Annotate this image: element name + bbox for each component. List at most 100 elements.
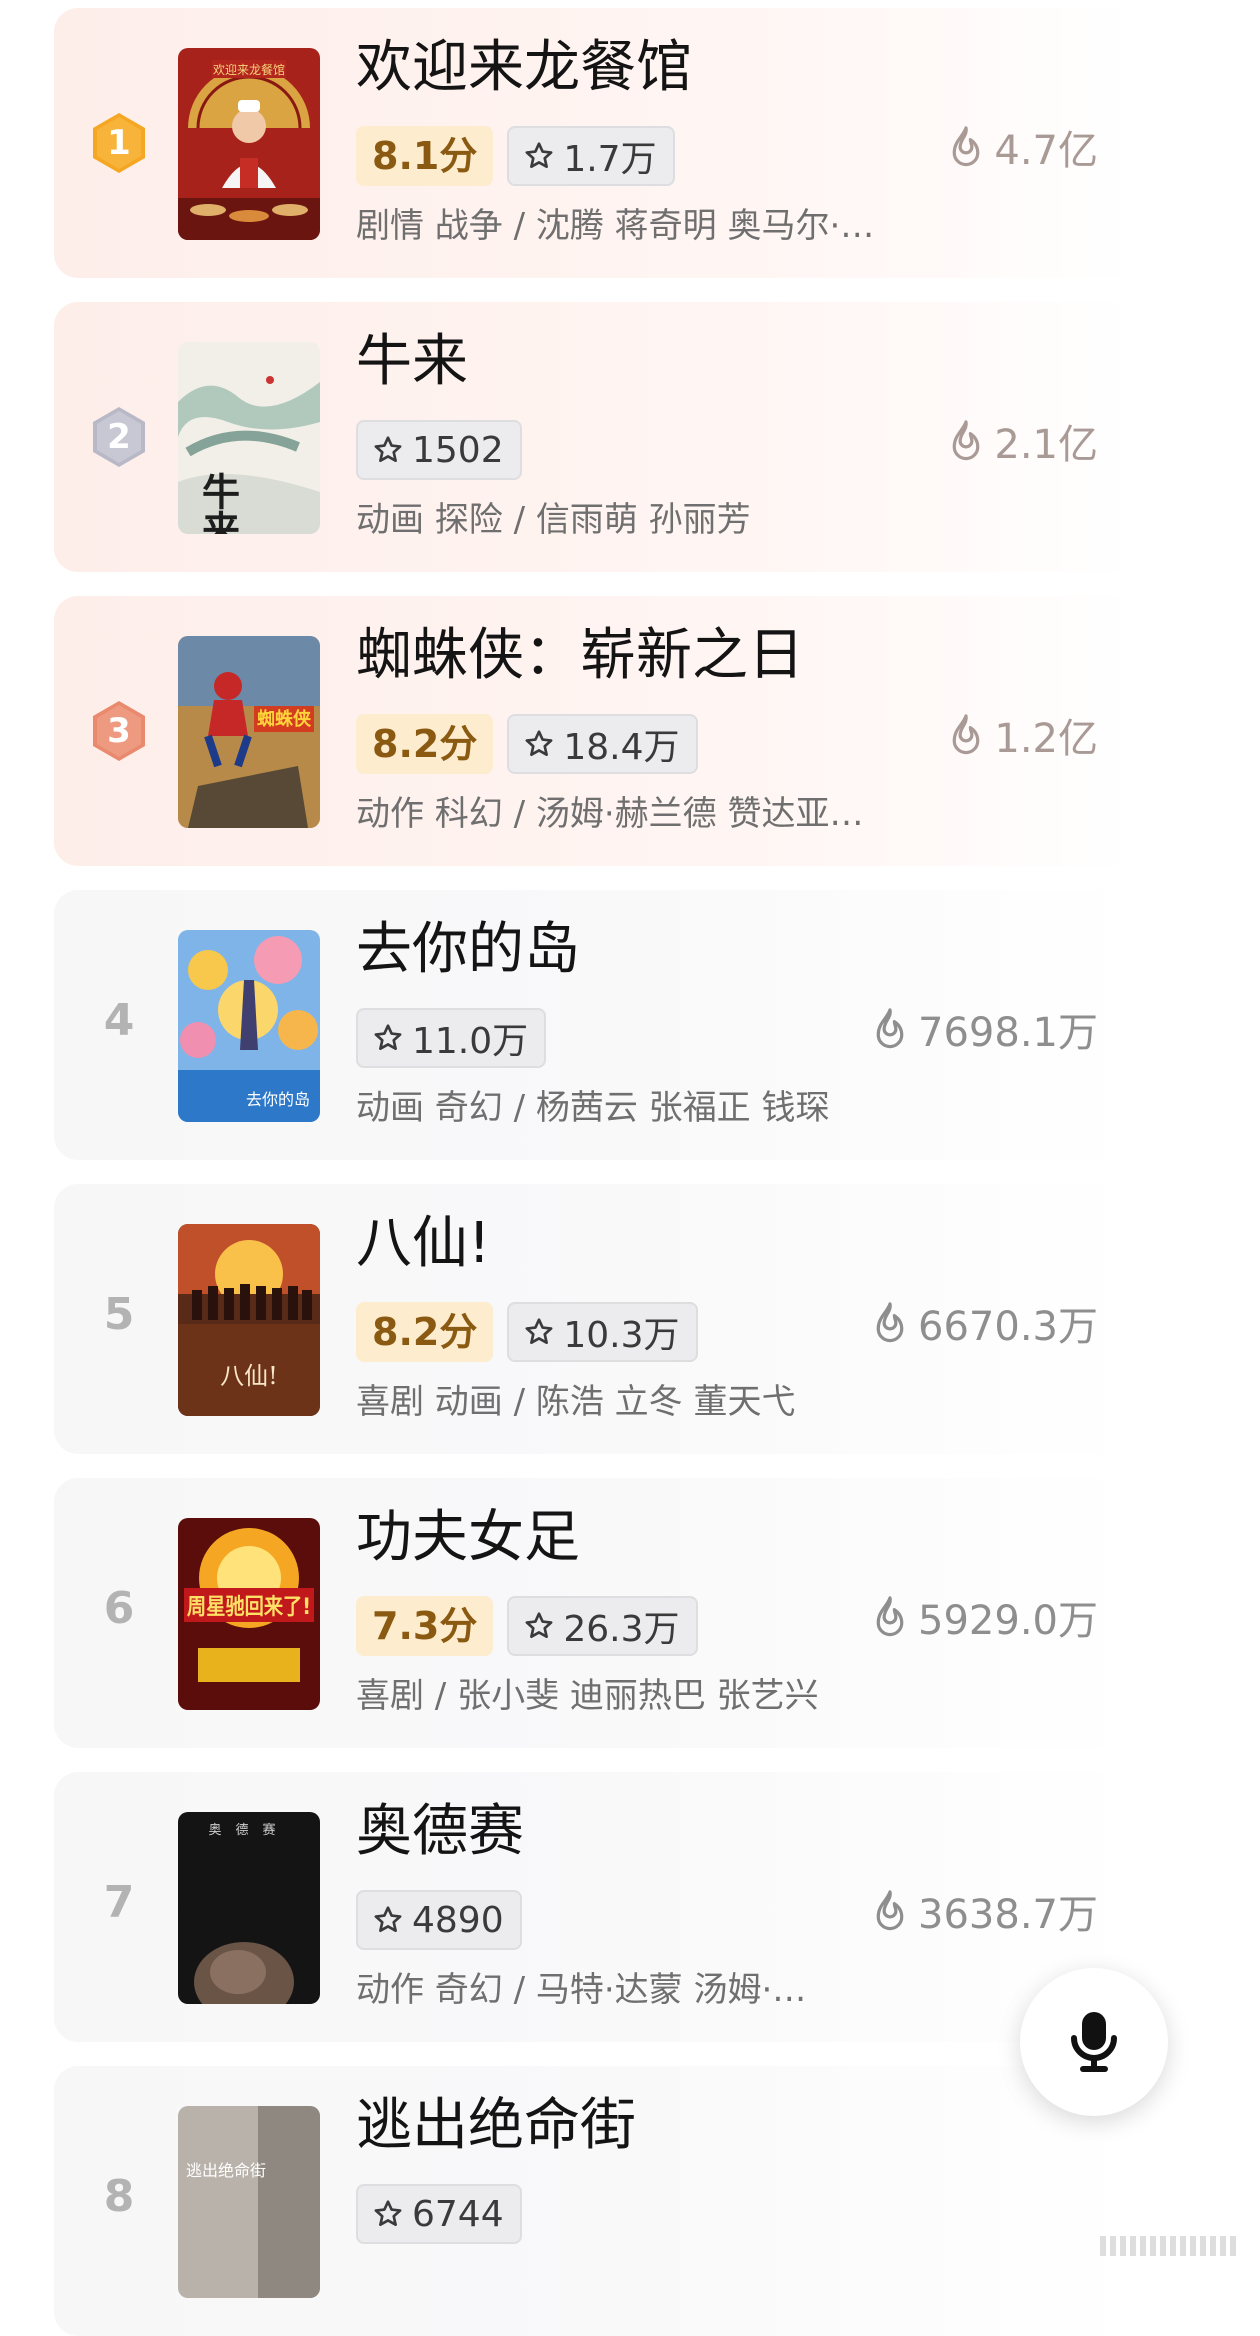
badge-row: 6744 bbox=[356, 2184, 522, 2246]
movie-meta: 喜剧 / 张小斐 迪丽热巴 张艺兴 bbox=[356, 1676, 819, 1716]
svg-text:周星驰回来了!: 周星驰回来了! bbox=[187, 1595, 311, 1620]
fire-icon bbox=[876, 1890, 904, 1931]
want-count: 18.4万 bbox=[563, 727, 680, 768]
movie-card-3[interactable]: 3 蜘蛛侠 蜘蛛侠：崭新之日 8.2分 18.4万 动作 科幻 / 汤姆·赫兰德… bbox=[54, 596, 1134, 866]
svg-text:奥德赛: 奥德赛 bbox=[208, 1822, 289, 1838]
movie-card-2[interactable]: 2 牛来 牛来 1502 动画 探险 / 信雨萌 孙丽芳 2.1亿 bbox=[54, 302, 1134, 572]
heat-number: 4.7亿 bbox=[994, 128, 1098, 174]
want-count: 26.3万 bbox=[563, 1609, 680, 1650]
movie-meta: 动作 奇幻 / 马特·达蒙 汤姆·… bbox=[356, 1970, 807, 2010]
want-count: 4890 bbox=[412, 1899, 504, 1941]
movie-card-6[interactable]: 6 周星驰回来了! 功夫女足 7.3分 26.3万 喜剧 / 张小斐 迪丽热巴 … bbox=[54, 1478, 1134, 1748]
movie-card-7[interactable]: 7 奥德赛 奥德赛 4890 动作 奇幻 / 马特·达蒙 汤姆·… 3638.7… bbox=[54, 1772, 1134, 2042]
spider-hero-poster-image[interactable]: 蜘蛛侠 bbox=[178, 636, 320, 828]
star-icon bbox=[374, 2200, 402, 2226]
movie-meta: 喜剧 动画 / 陈浩 立冬 董天弋 bbox=[356, 1382, 796, 1422]
movie-meta: 动画 探险 / 信雨萌 孙丽芳 bbox=[356, 500, 751, 540]
heat-value: 7698.1万 bbox=[872, 1000, 1098, 1058]
fire-icon bbox=[953, 420, 980, 461]
movie-title[interactable]: 奥德赛 bbox=[356, 1798, 524, 1866]
movie-card-5[interactable]: 5 八仙! 八仙! 8.2分 10.3万 喜剧 动画 / 陈浩 立冬 董天弋 6… bbox=[54, 1184, 1134, 1454]
heat-value: 1.2亿 bbox=[948, 706, 1098, 764]
badge-row: 11.0万 bbox=[356, 1008, 547, 1070]
want-count: 11.0万 bbox=[412, 1021, 529, 1062]
want-count: 10.3万 bbox=[563, 1315, 680, 1356]
island-poster-image[interactable]: 去你的岛 bbox=[178, 930, 320, 1122]
svg-text:欢迎来龙餐馆: 欢迎来龙餐馆 bbox=[213, 62, 285, 77]
rank-number: 7 bbox=[103, 1877, 135, 1928]
rank-number: 5 bbox=[103, 1289, 135, 1340]
dark-poster-image[interactable]: 奥德赛 bbox=[178, 1812, 320, 2004]
voice-input-button[interactable] bbox=[1020, 1968, 1168, 2116]
movie-title[interactable]: 八仙! bbox=[356, 1210, 490, 1278]
badge-row: 8.2分 18.4万 bbox=[356, 714, 698, 776]
rank-number: 8 bbox=[103, 2171, 135, 2222]
want-count: 6744 bbox=[412, 2193, 504, 2235]
heat-number: 2.1亿 bbox=[994, 422, 1098, 468]
movie-card-8[interactable]: 8 逃出绝命街 逃出绝命街 6744 bbox=[54, 2066, 1134, 2336]
movie-title[interactable]: 欢迎来龙餐馆 bbox=[356, 34, 692, 102]
star-icon bbox=[525, 730, 553, 756]
want-count-badge: 4890 bbox=[356, 1890, 522, 1950]
microphone-icon bbox=[1071, 2012, 1117, 2072]
star-icon bbox=[374, 1024, 402, 1050]
street-poster-image[interactable]: 逃出绝命街 bbox=[178, 2106, 320, 2298]
sunset-poster-image[interactable]: 八仙! bbox=[178, 1224, 320, 1416]
heat-number: 1.2亿 bbox=[994, 716, 1098, 762]
star-icon bbox=[374, 436, 402, 462]
heat-number: 3638.7万 bbox=[918, 1892, 1098, 1938]
star-icon bbox=[525, 1612, 553, 1638]
rank-badge-silver: 2 bbox=[90, 405, 148, 469]
want-count-badge: 6744 bbox=[356, 2184, 522, 2244]
want-count-badge: 1502 bbox=[356, 420, 522, 480]
rank-number: 1 bbox=[107, 123, 131, 163]
fire-icon bbox=[876, 1008, 904, 1049]
star-icon bbox=[374, 1906, 402, 1932]
fire-icon bbox=[876, 1596, 904, 1637]
score-badge: 7.3分 bbox=[356, 1596, 494, 1656]
fire-icon bbox=[953, 126, 980, 167]
want-count-badge: 10.3万 bbox=[507, 1302, 698, 1362]
movie-meta: 动画 奇幻 / 杨茜云 张福正 钱琛 bbox=[356, 1088, 830, 1128]
movie-card-4[interactable]: 4 去你的岛 去你的岛 11.0万 动画 奇幻 / 杨茜云 张福正 钱琛 769… bbox=[54, 890, 1134, 1160]
svg-text:去你的岛: 去你的岛 bbox=[246, 1090, 310, 1109]
badge-row: 1502 bbox=[356, 420, 522, 482]
heat-number: 7698.1万 bbox=[918, 1010, 1098, 1056]
movie-card-1[interactable]: 1 欢迎来龙餐馆 欢迎来龙餐馆 8.1分 1.7万 剧情 战争 / 沈腾 蒋奇明… bbox=[54, 8, 1134, 278]
movie-title[interactable]: 去你的岛 bbox=[356, 916, 580, 984]
want-count-badge: 11.0万 bbox=[356, 1008, 547, 1068]
want-count-badge: 26.3万 bbox=[507, 1596, 698, 1656]
movie-title[interactable]: 功夫女足 bbox=[356, 1504, 580, 1572]
badge-row: 8.2分 10.3万 bbox=[356, 1302, 698, 1364]
star-icon bbox=[525, 142, 553, 168]
badge-row: 8.1分 1.7万 bbox=[356, 126, 675, 188]
rank-number: 6 bbox=[103, 1583, 135, 1634]
badge-row: 7.3分 26.3万 bbox=[356, 1596, 698, 1658]
rank-badge-gold: 1 bbox=[90, 111, 148, 175]
heat-value: 5929.0万 bbox=[872, 1588, 1098, 1646]
star-icon bbox=[525, 1318, 553, 1344]
score-badge: 8.2分 bbox=[356, 1302, 494, 1362]
want-count-badge: 1.7万 bbox=[507, 126, 675, 186]
want-count: 1.7万 bbox=[563, 139, 657, 180]
heat-number: 6670.3万 bbox=[918, 1304, 1098, 1350]
score-badge: 8.2分 bbox=[356, 714, 494, 774]
movie-title[interactable]: 逃出绝命街 bbox=[356, 2092, 636, 2160]
svg-text:蜘蛛侠: 蜘蛛侠 bbox=[257, 708, 312, 730]
rank-number: 3 bbox=[107, 711, 131, 751]
heat-value: 3638.7万 bbox=[872, 1882, 1098, 1940]
watermark-strip bbox=[1100, 2236, 1240, 2256]
movie-title[interactable]: 牛来 bbox=[356, 328, 468, 396]
kungfu-poster-image[interactable]: 周星驰回来了! bbox=[178, 1518, 320, 1710]
movie-title[interactable]: 蜘蛛侠：崭新之日 bbox=[356, 622, 804, 690]
rank-badge-bronze: 3 bbox=[90, 699, 148, 763]
heat-number: 5929.0万 bbox=[918, 1598, 1098, 1644]
fire-icon bbox=[876, 1302, 904, 1343]
svg-text:逃出绝命街: 逃出绝命街 bbox=[186, 2161, 266, 2180]
badge-row: 4890 bbox=[356, 1890, 522, 1952]
ink-landscape-poster-image[interactable]: 牛来 bbox=[178, 342, 320, 534]
fire-icon bbox=[953, 714, 980, 755]
svg-text:八仙!: 八仙! bbox=[220, 1362, 278, 1390]
heat-value: 2.1亿 bbox=[948, 412, 1098, 470]
chef-poster-image[interactable]: 欢迎来龙餐馆 bbox=[178, 48, 320, 240]
